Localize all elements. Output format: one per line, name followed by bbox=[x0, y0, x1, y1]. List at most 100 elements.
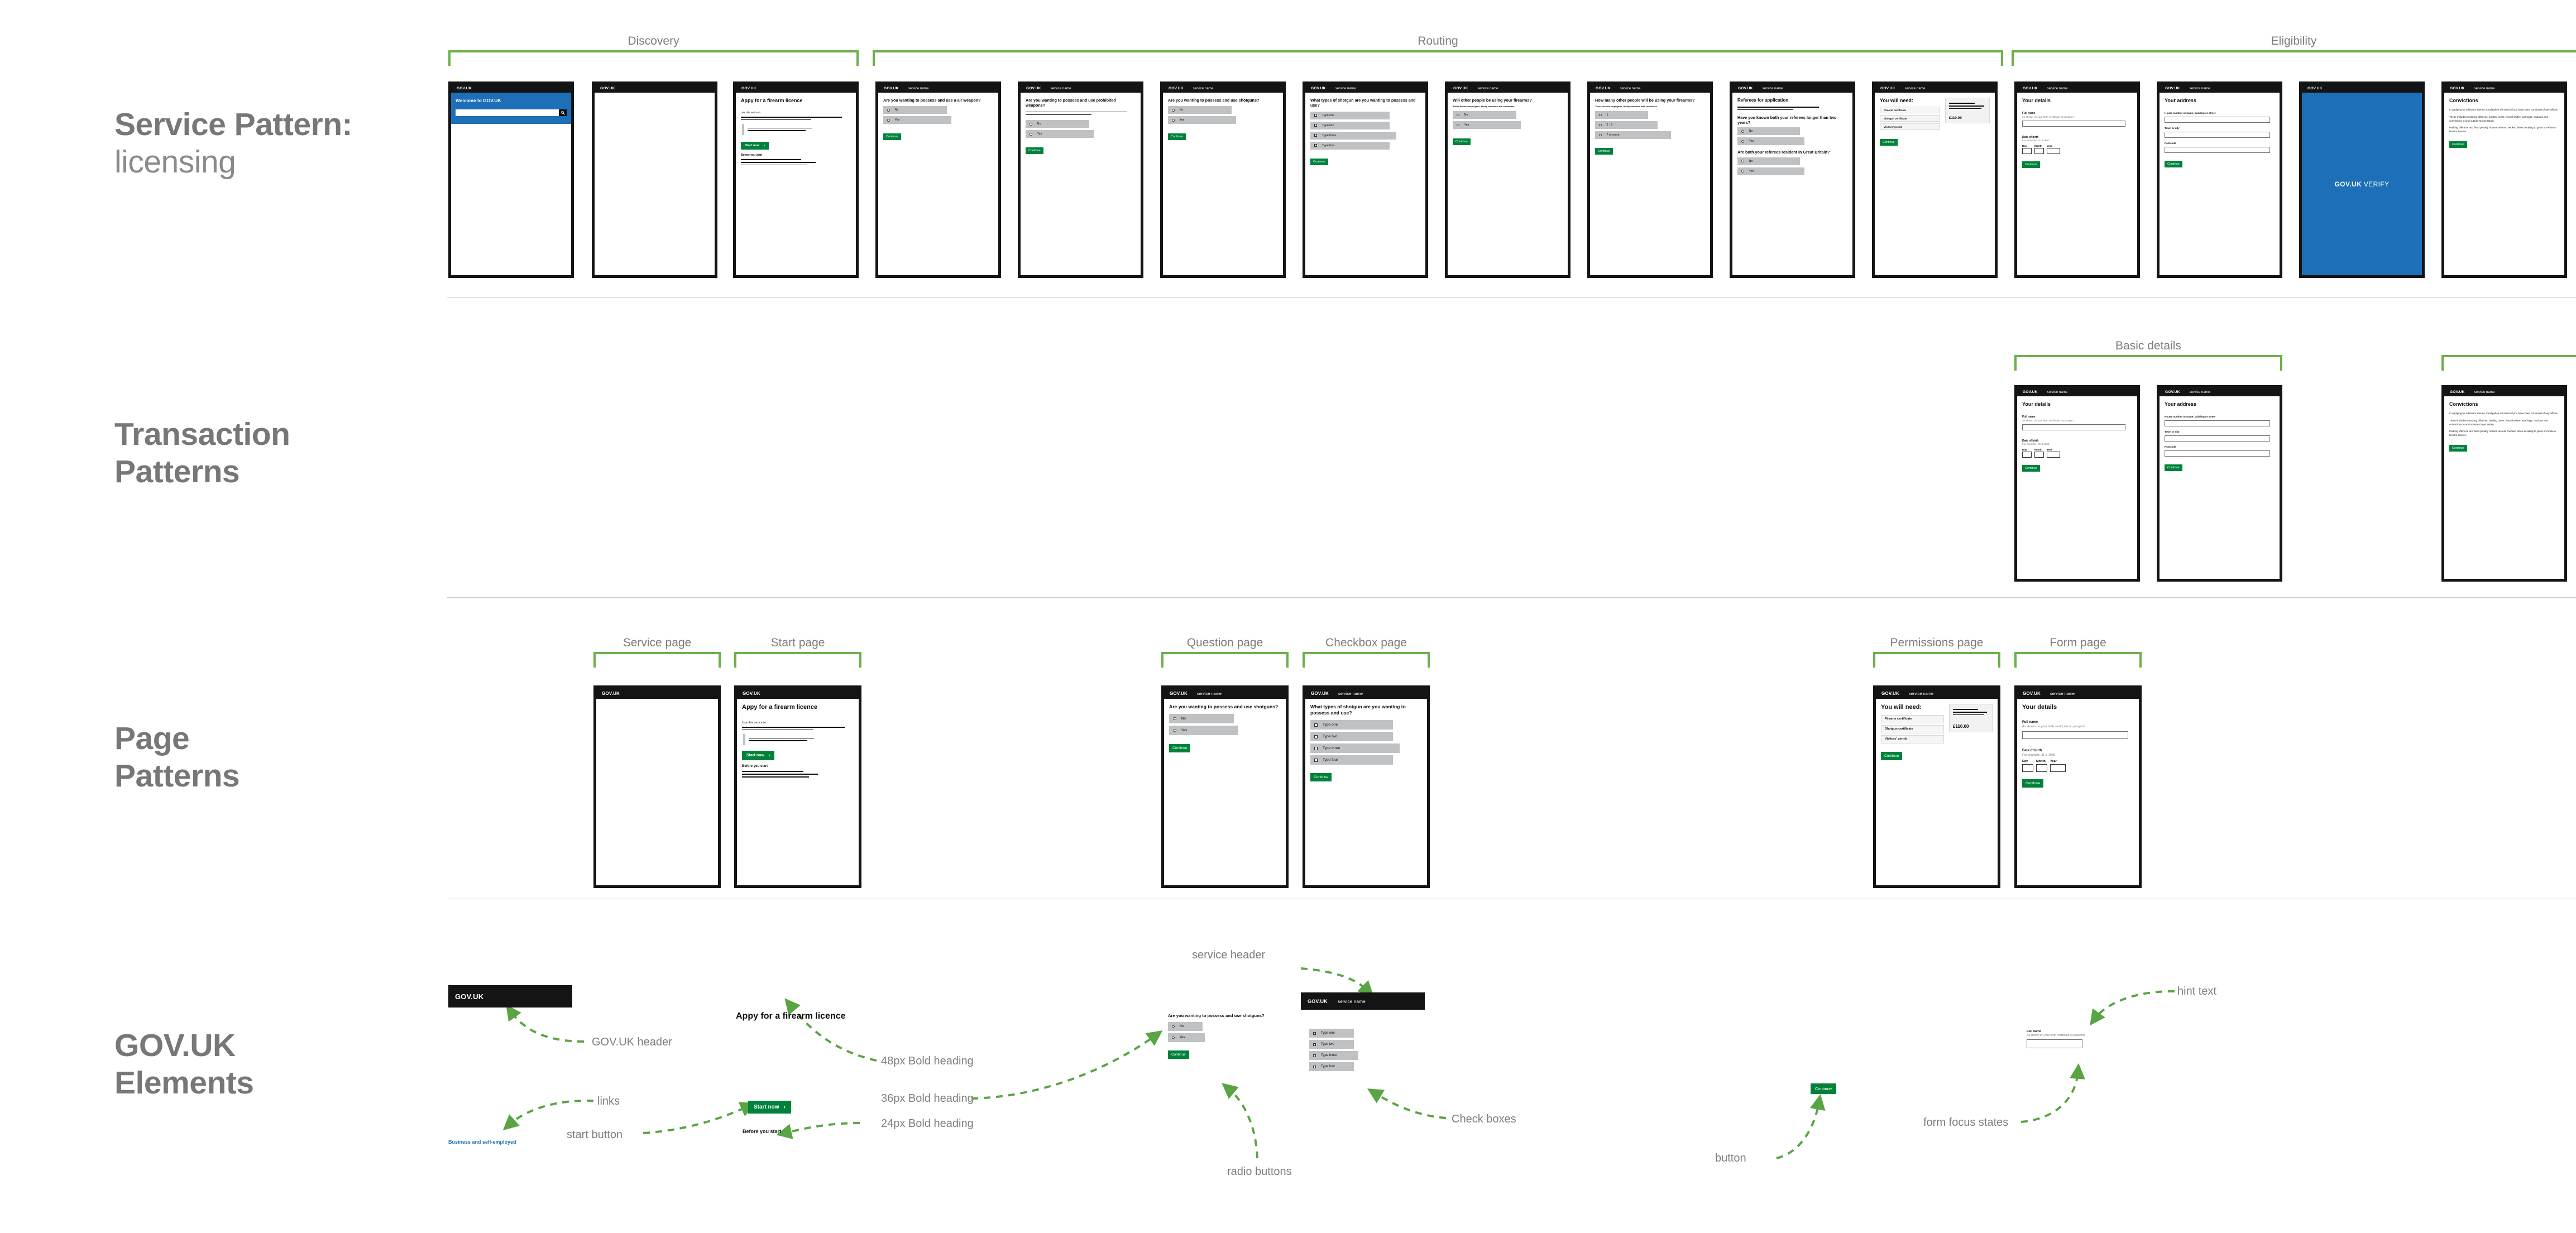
element-link-sample[interactable]: Business and self-employed bbox=[448, 1139, 516, 1145]
continue-button[interactable]: Continue bbox=[1453, 138, 1471, 146]
checkbox-option[interactable]: Type two bbox=[1310, 732, 1393, 742]
dob-day-input[interactable] bbox=[2022, 148, 2032, 155]
card-convictions[interactable]: GOV.UK service name Convictions In apply… bbox=[2441, 81, 2567, 278]
card-your-details-transaction[interactable]: GOV.UK service name Your details Full na… bbox=[2014, 385, 2140, 582]
continue-button[interactable]: Continue bbox=[1595, 148, 1613, 155]
permission-item[interactable]: Firearm certificate bbox=[1881, 714, 1944, 723]
radio-option[interactable]: No bbox=[1168, 106, 1232, 114]
card-checkbox-page-pattern[interactable]: GOV.UK service name What types of shotgu… bbox=[1303, 685, 1430, 888]
radio-option[interactable]: 1 bbox=[1595, 111, 1648, 119]
checkbox-option[interactable]: Type two bbox=[1309, 1040, 1354, 1049]
full-name-input[interactable] bbox=[2027, 1039, 2082, 1048]
element-continue-button[interactable]: Continue bbox=[1811, 1083, 1837, 1094]
card-your-address[interactable]: GOV.UK service name Your address House n… bbox=[2157, 81, 2282, 278]
card-question-prohibited-weapons[interactable]: GOV.UK service name Are you wanting to p… bbox=[1018, 81, 1143, 278]
checkbox-option[interactable]: Type three bbox=[1309, 1051, 1358, 1060]
radio-option[interactable]: No bbox=[1169, 714, 1234, 724]
postcode-input[interactable] bbox=[2165, 147, 2271, 153]
continue-button[interactable]: Continue bbox=[1168, 133, 1186, 141]
full-name-input[interactable] bbox=[2022, 424, 2126, 430]
town-input[interactable] bbox=[2165, 435, 2271, 442]
card-checkbox-shotgun-types[interactable]: GOV.UK service name What types of shotgu… bbox=[1303, 81, 1428, 278]
checkbox-option[interactable]: Type one bbox=[1309, 1029, 1354, 1038]
checkbox-option[interactable]: Type one bbox=[1310, 720, 1393, 730]
homepage-search[interactable] bbox=[456, 109, 567, 116]
radio-option[interactable]: Yes bbox=[1737, 137, 1805, 146]
continue-button[interactable]: Continue bbox=[1026, 147, 1043, 155]
continue-button[interactable]: Continue bbox=[883, 133, 901, 141]
dob-year-input[interactable] bbox=[2050, 764, 2066, 773]
radio-option[interactable]: No bbox=[1453, 111, 1517, 119]
street-input[interactable] bbox=[2165, 117, 2271, 123]
full-name-input[interactable] bbox=[2022, 731, 2128, 740]
checkbox-option[interactable]: Type three bbox=[1310, 743, 1400, 754]
dob-day-input[interactable] bbox=[2022, 764, 2033, 773]
continue-button[interactable]: Continue bbox=[1310, 773, 1332, 782]
permission-item[interactable]: Shotgun certificate bbox=[1880, 115, 1940, 122]
dob-month-input[interactable] bbox=[2034, 452, 2044, 458]
card-start-page-pattern[interactable]: GOV.UK Appy for a firearm licence Use th… bbox=[734, 685, 861, 888]
radio-option[interactable]: 7 or more bbox=[1595, 131, 1671, 140]
card-your-details[interactable]: GOV.UK service name Your details Full na… bbox=[2014, 81, 2140, 278]
town-input[interactable] bbox=[2165, 132, 2271, 138]
radio-option[interactable]: No bbox=[1168, 1021, 1203, 1031]
card-permissions[interactable]: GOV.UK service name You will need: Firea… bbox=[1872, 81, 1998, 278]
radio-option[interactable]: Yes bbox=[1168, 1033, 1205, 1042]
postcode-input[interactable] bbox=[2165, 450, 2271, 457]
radio-option[interactable]: Yes bbox=[1453, 121, 1521, 129]
search-icon[interactable] bbox=[559, 109, 567, 116]
card-question-shotguns[interactable]: GOV.UK service name Are you wanting to p… bbox=[1160, 81, 1286, 278]
permission-item[interactable]: Visitors' permit bbox=[1880, 123, 1940, 131]
card-referees[interactable]: GOV.UK service name Referees for applica… bbox=[1730, 81, 1855, 278]
continue-button[interactable]: Continue bbox=[2022, 161, 2040, 169]
card-question-how-many-people[interactable]: GOV.UK service name How many other peopl… bbox=[1587, 81, 1713, 278]
continue-button[interactable]: Continue bbox=[1310, 158, 1328, 165]
start-now-button[interactable]: Start now › bbox=[741, 142, 769, 150]
card-convictions-transaction[interactable]: GOV.UK service name Convictions In apply… bbox=[2441, 385, 2567, 582]
radio-option[interactable]: Yes bbox=[1026, 130, 1094, 138]
continue-button[interactable]: Continue bbox=[2165, 161, 2182, 168]
continue-button[interactable]: Continue bbox=[2022, 779, 2044, 788]
card-question-other-people[interactable]: GOV.UK service name Will other people be… bbox=[1445, 81, 1571, 278]
radio-option[interactable]: No bbox=[1737, 127, 1801, 136]
radio-option[interactable]: 2 - 6 bbox=[1595, 121, 1658, 129]
card-govuk-homepage[interactable]: GOV.UK Welcome to GOV.UK bbox=[448, 81, 574, 278]
card-form-page-pattern[interactable]: GOV.UK service name Your details Full na… bbox=[2014, 685, 2142, 888]
permission-item[interactable]: Shotgun certificate bbox=[1881, 725, 1944, 733]
street-input[interactable] bbox=[2165, 420, 2271, 427]
continue-button[interactable]: Continue bbox=[1168, 1050, 1189, 1059]
checkbox-option[interactable]: Type one bbox=[1310, 111, 1390, 119]
dob-year-input[interactable] bbox=[2047, 452, 2060, 458]
radio-option[interactable]: Yes bbox=[1737, 167, 1805, 175]
radio-option[interactable]: Yes bbox=[883, 116, 952, 124]
radio-option[interactable]: No bbox=[1737, 157, 1801, 165]
continue-button[interactable]: Continue bbox=[2449, 444, 2467, 452]
radio-option[interactable]: Yes bbox=[1168, 116, 1237, 124]
dob-day-input[interactable] bbox=[2022, 452, 2032, 458]
checkbox-option[interactable]: Type four bbox=[1309, 1062, 1354, 1071]
continue-button[interactable]: Continue bbox=[1881, 751, 1903, 760]
continue-button[interactable]: Continue bbox=[1880, 139, 1898, 146]
card-service-page[interactable]: GOV.UK bbox=[593, 685, 721, 888]
card-start-page[interactable]: GOV.UK Appy for a firearm licence Use th… bbox=[733, 81, 859, 278]
dob-year-input[interactable] bbox=[2047, 148, 2060, 155]
radio-option[interactable]: No bbox=[883, 106, 947, 114]
continue-button[interactable]: Continue bbox=[1169, 744, 1191, 753]
continue-button[interactable]: Continue bbox=[2165, 464, 2182, 472]
radio-option[interactable]: No bbox=[1026, 120, 1090, 128]
dob-month-input[interactable] bbox=[2036, 764, 2047, 773]
continue-button[interactable]: Continue bbox=[2022, 465, 2040, 472]
card-question-air-weapon[interactable]: GOV.UK service name Are you wanting to p… bbox=[875, 81, 1001, 278]
continue-button[interactable]: Continue bbox=[2449, 141, 2467, 148]
full-name-input[interactable] bbox=[2022, 120, 2126, 127]
card-govuk-verify[interactable]: GOV.UK GOV.UK VERIFY bbox=[2299, 81, 2425, 278]
checkbox-option[interactable]: Type four bbox=[1310, 755, 1393, 765]
card-blank-service-page[interactable]: GOV.UK bbox=[592, 81, 717, 278]
start-now-button[interactable]: Start now › bbox=[742, 751, 775, 761]
radio-option[interactable]: Yes bbox=[1169, 726, 1238, 736]
card-your-address-transaction[interactable]: GOV.UK service name Your address House n… bbox=[2157, 385, 2282, 582]
checkbox-option[interactable]: Type two bbox=[1310, 121, 1390, 129]
permission-item[interactable]: Visitors' permit bbox=[1881, 735, 1944, 743]
search-input[interactable] bbox=[456, 109, 559, 116]
card-permissions-page-pattern[interactable]: GOV.UK service name You will need: Firea… bbox=[1873, 685, 2000, 888]
